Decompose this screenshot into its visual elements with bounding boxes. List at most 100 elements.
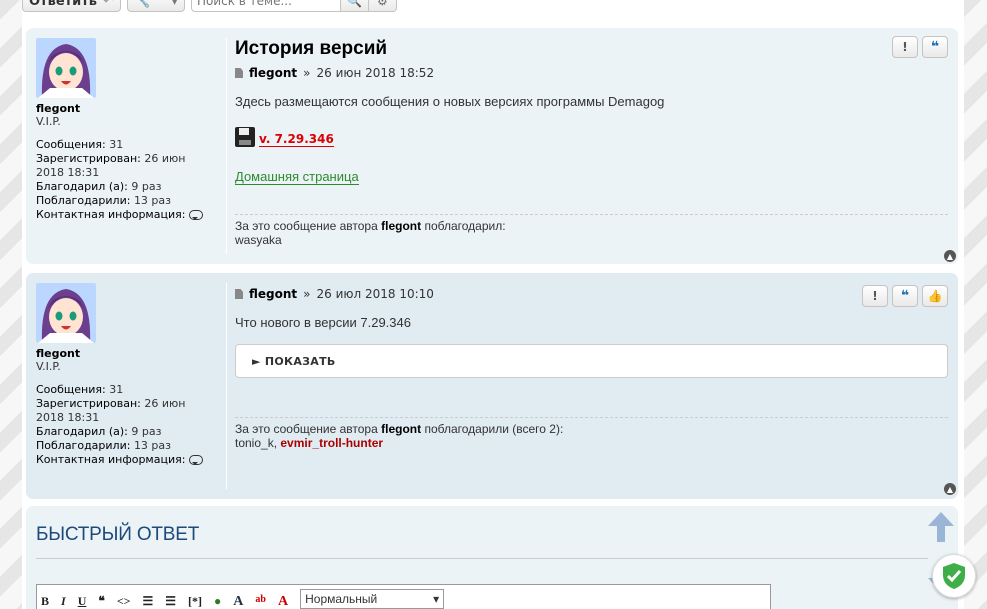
bullet-list-button[interactable] [143, 594, 154, 609]
thanks-prefix: За это сообщение автора [235, 422, 378, 436]
thanks-prefix: За это сообщение автора [235, 219, 378, 233]
download: v. 7.29.346 [235, 127, 948, 147]
post-author[interactable]: flegont [249, 287, 297, 301]
highlight-button[interactable]: ab [255, 594, 266, 605]
posts-count[interactable]: 31 [109, 138, 123, 151]
registered-label: Зарегистрирован: [36, 152, 141, 165]
contact-label: Контактная информация: [36, 453, 186, 466]
reply-button[interactable]: Ответить ↶ [22, 0, 121, 12]
meta-separator: » [303, 66, 311, 80]
topic-tools-button[interactable]: 🔧 ▾ [126, 0, 185, 12]
quick-reply-panel: БЫСТРЫЙ ОТВЕТ B I U ❝ <> [*] ● A ab A Но… [26, 506, 958, 609]
post-text: Здесь размещаются сообщения о новых верс… [235, 94, 665, 109]
thanks-author[interactable]: flegont [381, 219, 421, 233]
post-meta: flegont » 26 июл 2018 10:10 [235, 287, 948, 301]
thanks-suffix: поблагодарили (всего 2): [424, 422, 564, 436]
chevron-down-icon: ▾ [171, 0, 178, 9]
back-to-top-button[interactable]: ▲ [944, 483, 956, 495]
thanks-user[interactable]: tonio_k, [235, 436, 277, 450]
chat-icon[interactable] [189, 455, 204, 465]
thanks-button[interactable]: 👍 [922, 285, 948, 307]
spoiler-toggle[interactable]: ► ПОКАЗАТЬ [235, 344, 948, 378]
thanks-user[interactable]: wasyaka [235, 233, 948, 247]
post-title[interactable]: История версий [235, 38, 948, 60]
chat-icon[interactable] [189, 210, 204, 220]
italic-button[interactable]: I [61, 594, 66, 609]
bold-button[interactable]: B [41, 594, 49, 609]
globe-icon[interactable]: ● [214, 594, 221, 609]
post-meta: flegont » 26 июн 2018 18:52 [235, 66, 948, 80]
avatar[interactable] [36, 283, 96, 343]
thanked-count[interactable]: 9 раз [131, 180, 161, 193]
thanks-suffix: поблагодарил: [424, 219, 506, 233]
report-button[interactable]: ! [892, 36, 918, 58]
profile-registered: Зарегистрирован: 26 июн 2018 18:31 [36, 152, 216, 180]
code-button[interactable]: <> [117, 594, 131, 609]
username[interactable]: flegont [36, 102, 216, 115]
thanks-user[interactable]: evmir_troll-hunter [280, 436, 383, 450]
underline-button[interactable]: U [78, 594, 87, 609]
user-rank: V.I.P. [36, 360, 61, 373]
thanks-line: За это сообщение автора flegont поблагод… [235, 219, 948, 233]
posts-label: Сообщения: [36, 138, 106, 151]
contact-label: Контактная информация: [36, 208, 186, 221]
post-body: flegont » 26 июл 2018 10:10 Что нового в… [226, 283, 948, 489]
quote-icon: ❝ [900, 288, 910, 304]
homepage-link[interactable]: Домашняя страница [235, 169, 359, 185]
quote-format-button[interactable]: ❝ [98, 594, 104, 609]
download-link[interactable]: v. 7.29.346 [259, 132, 334, 147]
post-icon[interactable] [235, 289, 243, 299]
thanked-label: Благодарил (а): [36, 425, 128, 438]
got-thanks-label: Поблагодарили: [36, 439, 131, 452]
search-input[interactable] [190, 0, 341, 12]
post-actions: ! ❝ [892, 36, 948, 58]
post-body: История версий flegont » 26 июн 2018 18:… [226, 36, 948, 254]
font-size-select[interactable]: Нормальный ▾ [300, 589, 445, 609]
scroll-up-icon[interactable] [928, 512, 954, 542]
floppy-disk-icon [235, 127, 255, 147]
thanks-block: За это сообщение автора flegont поблагод… [235, 417, 948, 450]
quote-button[interactable]: ❝ [892, 285, 918, 307]
security-shield-icon[interactable] [932, 554, 976, 598]
post-2: flegont V.I.P. Сообщения: 31 Зарегистрир… [26, 273, 958, 499]
post-icon[interactable] [235, 68, 243, 78]
reply-label: Ответить [29, 0, 98, 9]
post-text: Что нового в версии 7.29.346 [235, 315, 411, 330]
search-settings-button[interactable]: ⚙ [368, 0, 397, 12]
thanks-users: tonio_k, evmir_troll-hunter [235, 436, 948, 450]
user-rank: V.I.P. [36, 115, 61, 128]
chevron-up-icon: ▲ [946, 484, 954, 494]
exclamation-icon: ! [902, 40, 908, 54]
search-button[interactable]: 🔍 [340, 0, 369, 12]
posts-count[interactable]: 31 [109, 383, 123, 396]
profile-thanked: Благодарил (а): 9 раз [36, 425, 216, 439]
numbered-list-button[interactable] [165, 594, 176, 609]
post-author[interactable]: flegont [249, 66, 297, 80]
profile-thanked: Благодарил (а): 9 раз [36, 180, 216, 194]
post-profile: flegont V.I.P. Сообщения: 31 Зарегистрир… [36, 38, 216, 222]
profile-registered: Зарегистрирован: 26 июн 2018 18:31 [36, 397, 216, 425]
thanks-line: За это сообщение автора flegont поблагод… [235, 422, 948, 436]
list-item-button[interactable]: [*] [188, 594, 202, 609]
font-color-button[interactable]: A [233, 594, 243, 609]
back-to-top-button[interactable]: ▲ [944, 250, 956, 262]
topic-search: 🔍 ⚙ [190, 0, 397, 12]
chevron-up-icon: ▲ [946, 251, 954, 261]
thumbs-up-icon: 👍 [927, 289, 943, 303]
exclamation-icon: ! [872, 289, 878, 303]
profile-posts: Сообщения: 31 [36, 138, 216, 152]
thanks-block: За это сообщение автора flegont поблагод… [235, 214, 948, 247]
post-date: 26 июн 2018 18:52 [316, 66, 435, 80]
quick-reply-title: БЫСТРЫЙ ОТВЕТ [36, 524, 200, 545]
thanks-author[interactable]: flegont [381, 422, 421, 436]
got-thanks-count[interactable]: 13 раз [134, 439, 171, 452]
quote-button[interactable]: ❝ [922, 36, 948, 58]
font-icon[interactable]: A [278, 594, 288, 609]
username[interactable]: flegont [36, 347, 216, 360]
avatar[interactable] [36, 38, 96, 98]
chevron-down-icon: ▾ [433, 592, 440, 606]
divider [36, 558, 928, 559]
thanked-count[interactable]: 9 раз [131, 425, 161, 438]
report-button[interactable]: ! [862, 285, 888, 307]
got-thanks-count[interactable]: 13 раз [134, 194, 171, 207]
